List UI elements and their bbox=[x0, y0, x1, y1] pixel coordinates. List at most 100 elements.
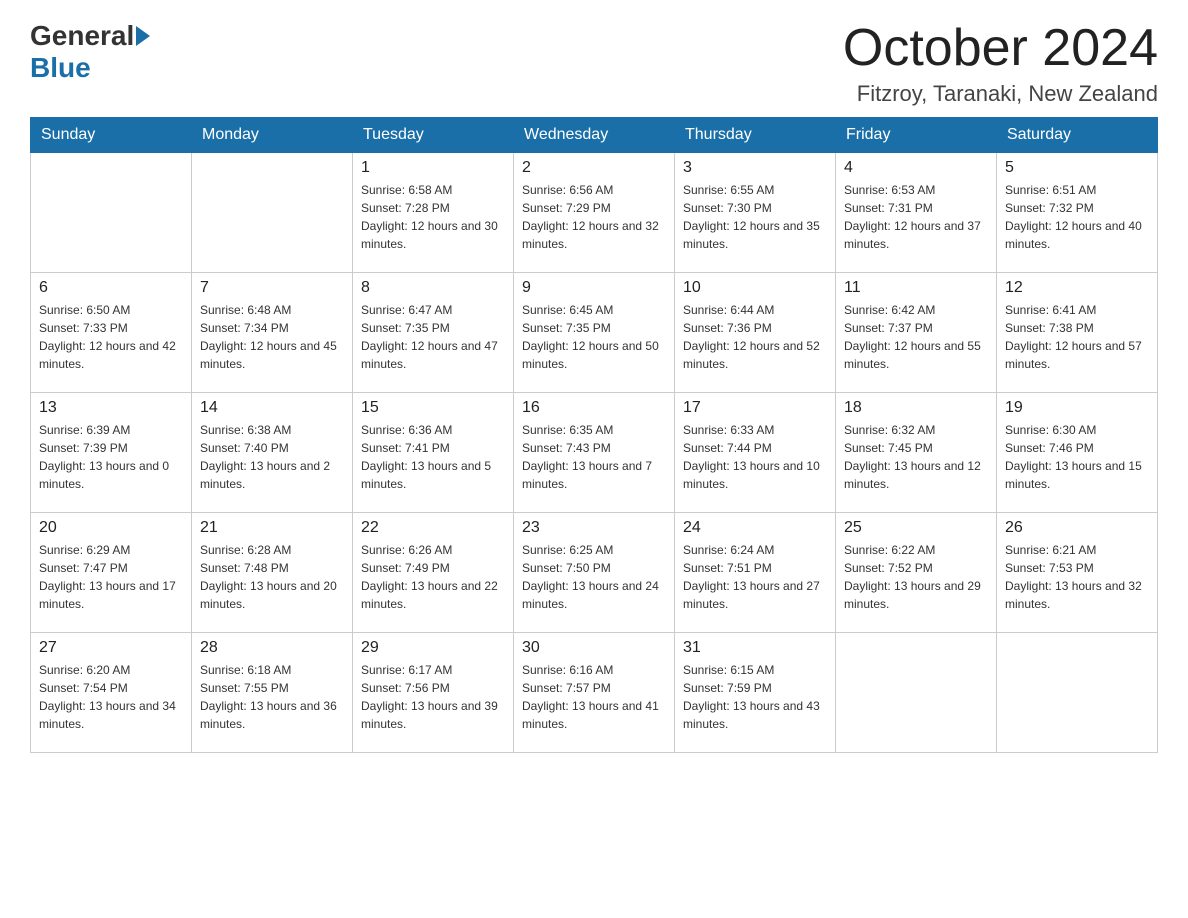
logo-arrow-icon bbox=[136, 26, 150, 46]
day-info: Sunrise: 6:36 AMSunset: 7:41 PMDaylight:… bbox=[361, 421, 505, 493]
calendar-cell: 15 Sunrise: 6:36 AMSunset: 7:41 PMDayligh… bbox=[353, 393, 514, 513]
day-number: 30 bbox=[522, 639, 666, 657]
weekday-header-wednesday: Wednesday bbox=[514, 118, 675, 153]
day-number: 17 bbox=[683, 399, 827, 417]
day-info: Sunrise: 6:35 AMSunset: 7:43 PMDaylight:… bbox=[522, 421, 666, 493]
calendar-cell: 2Sunrise: 6:56 AMSunset: 7:29 PMDaylight… bbox=[514, 153, 675, 273]
week-row-4: 20 Sunrise: 6:29 AMSunset: 7:47 PMDayligh… bbox=[31, 513, 1158, 633]
day-number: 8 bbox=[361, 279, 505, 297]
weekday-header-saturday: Saturday bbox=[997, 118, 1158, 153]
day-info: Sunrise: 6:33 AMSunset: 7:44 PMDaylight:… bbox=[683, 421, 827, 493]
logo-general-text: General bbox=[30, 20, 134, 52]
week-row-2: 6 Sunrise: 6:50 AMSunset: 7:33 PMDaylight… bbox=[31, 273, 1158, 393]
day-number: 22 bbox=[361, 519, 505, 537]
week-row-1: 1Sunrise: 6:58 AMSunset: 7:28 PMDaylight… bbox=[31, 153, 1158, 273]
day-number: 25 bbox=[844, 519, 988, 537]
calendar-cell: 5 Sunrise: 6:51 AMSunset: 7:32 PMDaylight… bbox=[997, 153, 1158, 273]
week-row-5: 27 Sunrise: 6:20 AMSunset: 7:54 PMDayligh… bbox=[31, 633, 1158, 753]
day-info: Sunrise: 6:15 AMSunset: 7:59 PMDaylight:… bbox=[683, 661, 827, 733]
day-number: 11 bbox=[844, 279, 988, 297]
calendar-cell: 11 Sunrise: 6:42 AMSunset: 7:37 PMDayligh… bbox=[836, 273, 997, 393]
calendar-cell: 20 Sunrise: 6:29 AMSunset: 7:47 PMDayligh… bbox=[31, 513, 192, 633]
calendar-cell: 8 Sunrise: 6:47 AMSunset: 7:35 PMDaylight… bbox=[353, 273, 514, 393]
day-info: Sunrise: 6:30 AMSunset: 7:46 PMDaylight:… bbox=[1005, 421, 1149, 493]
day-info: Sunrise: 6:42 AMSunset: 7:37 PMDaylight:… bbox=[844, 301, 988, 373]
week-row-3: 13 Sunrise: 6:39 AMSunset: 7:39 PMDayligh… bbox=[31, 393, 1158, 513]
day-number: 26 bbox=[1005, 519, 1149, 537]
calendar-cell: 27 Sunrise: 6:20 AMSunset: 7:54 PMDayligh… bbox=[31, 633, 192, 753]
calendar-cell: 29 Sunrise: 6:17 AMSunset: 7:56 PMDayligh… bbox=[353, 633, 514, 753]
calendar-cell bbox=[997, 633, 1158, 753]
calendar-cell: 26 Sunrise: 6:21 AMSunset: 7:53 PMDayligh… bbox=[997, 513, 1158, 633]
calendar-cell: 23Sunrise: 6:25 AMSunset: 7:50 PMDayligh… bbox=[514, 513, 675, 633]
day-info: Sunrise: 6:21 AMSunset: 7:53 PMDaylight:… bbox=[1005, 541, 1149, 613]
day-number: 23 bbox=[522, 519, 666, 537]
calendar-cell bbox=[836, 633, 997, 753]
location-subtitle: Fitzroy, Taranaki, New Zealand bbox=[843, 81, 1158, 107]
day-number: 16 bbox=[522, 399, 666, 417]
calendar-table: SundayMondayTuesdayWednesdayThursdayFrid… bbox=[30, 117, 1158, 753]
page-header: General Blue October 2024 Fitzroy, Taran… bbox=[30, 20, 1158, 107]
day-info: Sunrise: 6:22 AMSunset: 7:52 PMDaylight:… bbox=[844, 541, 988, 613]
day-info: Sunrise: 6:18 AMSunset: 7:55 PMDaylight:… bbox=[200, 661, 344, 733]
day-info: Sunrise: 6:39 AMSunset: 7:39 PMDaylight:… bbox=[39, 421, 183, 493]
calendar-cell: 14 Sunrise: 6:38 AMSunset: 7:40 PMDayligh… bbox=[192, 393, 353, 513]
day-number: 27 bbox=[39, 639, 183, 657]
day-number: 20 bbox=[39, 519, 183, 537]
calendar-cell: 3 Sunrise: 6:55 AMSunset: 7:30 PMDaylight… bbox=[675, 153, 836, 273]
day-number: 28 bbox=[200, 639, 344, 657]
calendar-cell: 25 Sunrise: 6:22 AMSunset: 7:52 PMDayligh… bbox=[836, 513, 997, 633]
day-info: Sunrise: 6:47 AMSunset: 7:35 PMDaylight:… bbox=[361, 301, 505, 373]
calendar-cell: 19Sunrise: 6:30 AMSunset: 7:46 PMDayligh… bbox=[997, 393, 1158, 513]
day-number: 21 bbox=[200, 519, 344, 537]
calendar-cell: 6 Sunrise: 6:50 AMSunset: 7:33 PMDaylight… bbox=[31, 273, 192, 393]
calendar-cell: 17 Sunrise: 6:33 AMSunset: 7:44 PMDayligh… bbox=[675, 393, 836, 513]
weekday-header-tuesday: Tuesday bbox=[353, 118, 514, 153]
day-info: Sunrise: 6:38 AMSunset: 7:40 PMDaylight:… bbox=[200, 421, 344, 493]
day-info: Sunrise: 6:29 AMSunset: 7:47 PMDaylight:… bbox=[39, 541, 183, 613]
weekday-header-sunday: Sunday bbox=[31, 118, 192, 153]
weekday-header-thursday: Thursday bbox=[675, 118, 836, 153]
calendar-cell: 18Sunrise: 6:32 AMSunset: 7:45 PMDayligh… bbox=[836, 393, 997, 513]
calendar-cell: 30 Sunrise: 6:16 AMSunset: 7:57 PMDayligh… bbox=[514, 633, 675, 753]
day-info: Sunrise: 6:50 AMSunset: 7:33 PMDaylight:… bbox=[39, 301, 183, 373]
calendar-cell: 28 Sunrise: 6:18 AMSunset: 7:55 PMDayligh… bbox=[192, 633, 353, 753]
day-info: Sunrise: 6:26 AMSunset: 7:49 PMDaylight:… bbox=[361, 541, 505, 613]
day-info: Sunrise: 6:17 AMSunset: 7:56 PMDaylight:… bbox=[361, 661, 505, 733]
day-number: 5 bbox=[1005, 159, 1149, 177]
day-number: 3 bbox=[683, 159, 827, 177]
weekday-header-row: SundayMondayTuesdayWednesdayThursdayFrid… bbox=[31, 118, 1158, 153]
weekday-header-friday: Friday bbox=[836, 118, 997, 153]
calendar-cell: 31 Sunrise: 6:15 AMSunset: 7:59 PMDayligh… bbox=[675, 633, 836, 753]
logo-blue-text: Blue bbox=[30, 52, 91, 84]
calendar-cell: 4Sunrise: 6:53 AMSunset: 7:31 PMDaylight… bbox=[836, 153, 997, 273]
day-info: Sunrise: 6:51 AMSunset: 7:32 PMDaylight:… bbox=[1005, 181, 1149, 253]
day-number: 14 bbox=[200, 399, 344, 417]
day-info: Sunrise: 6:44 AMSunset: 7:36 PMDaylight:… bbox=[683, 301, 827, 373]
day-number: 1 bbox=[361, 159, 505, 177]
day-number: 24 bbox=[683, 519, 827, 537]
title-block: October 2024 Fitzroy, Taranaki, New Zeal… bbox=[843, 20, 1158, 107]
calendar-cell: 12Sunrise: 6:41 AMSunset: 7:38 PMDayligh… bbox=[997, 273, 1158, 393]
day-info: Sunrise: 6:55 AMSunset: 7:30 PMDaylight:… bbox=[683, 181, 827, 253]
day-number: 9 bbox=[522, 279, 666, 297]
calendar-cell: 13 Sunrise: 6:39 AMSunset: 7:39 PMDayligh… bbox=[31, 393, 192, 513]
calendar-cell: 24Sunrise: 6:24 AMSunset: 7:51 PMDayligh… bbox=[675, 513, 836, 633]
day-info: Sunrise: 6:20 AMSunset: 7:54 PMDaylight:… bbox=[39, 661, 183, 733]
calendar-cell: 7Sunrise: 6:48 AMSunset: 7:34 PMDaylight… bbox=[192, 273, 353, 393]
day-number: 31 bbox=[683, 639, 827, 657]
day-number: 29 bbox=[361, 639, 505, 657]
day-number: 13 bbox=[39, 399, 183, 417]
calendar-cell bbox=[192, 153, 353, 273]
calendar-cell: 1Sunrise: 6:58 AMSunset: 7:28 PMDaylight… bbox=[353, 153, 514, 273]
day-number: 15 bbox=[361, 399, 505, 417]
day-number: 10 bbox=[683, 279, 827, 297]
weekday-header-monday: Monday bbox=[192, 118, 353, 153]
day-info: Sunrise: 6:28 AMSunset: 7:48 PMDaylight:… bbox=[200, 541, 344, 613]
day-number: 6 bbox=[39, 279, 183, 297]
day-info: Sunrise: 6:16 AMSunset: 7:57 PMDaylight:… bbox=[522, 661, 666, 733]
day-info: Sunrise: 6:48 AMSunset: 7:34 PMDaylight:… bbox=[200, 301, 344, 373]
day-number: 18 bbox=[844, 399, 988, 417]
calendar-cell: 22 Sunrise: 6:26 AMSunset: 7:49 PMDayligh… bbox=[353, 513, 514, 633]
calendar-cell: 10 Sunrise: 6:44 AMSunset: 7:36 PMDayligh… bbox=[675, 273, 836, 393]
